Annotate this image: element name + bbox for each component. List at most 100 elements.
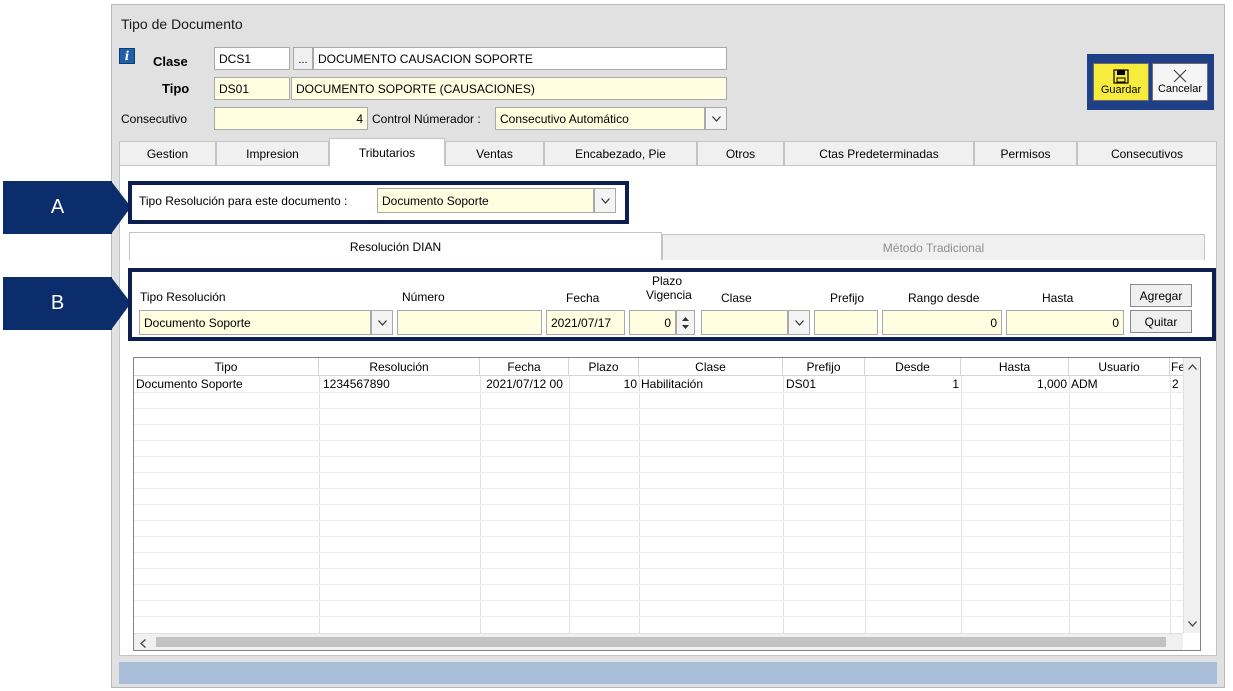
form-tipo-select[interactable]: Documento Soporte xyxy=(139,310,371,335)
subtab-resolucion-dian[interactable]: Resolución DIAN xyxy=(129,232,662,260)
callout-b-label: B xyxy=(50,292,65,314)
cell-plazo: 10 xyxy=(623,377,637,391)
resolution-type-select[interactable]: Documento Soporte xyxy=(377,188,594,213)
form-vigencia-label: Vigencia xyxy=(646,288,692,302)
grid-header-prefijo[interactable]: Prefijo xyxy=(783,358,865,376)
grid-row-divider xyxy=(134,504,1184,505)
form-hasta-field[interactable]: 0 xyxy=(1006,310,1124,335)
form-clase-label: Clase xyxy=(721,291,752,305)
grid-row-divider xyxy=(134,440,1184,441)
scroll-left-icon[interactable] xyxy=(140,639,146,648)
scroll-up-icon[interactable] xyxy=(1188,364,1197,370)
cell-fe: 2 xyxy=(1172,377,1179,391)
form-clase-dropdown-button[interactable] xyxy=(788,310,810,335)
tab-ventas[interactable]: Ventas xyxy=(445,141,544,165)
cell-hasta: 1,000 xyxy=(1036,377,1067,391)
info-icon[interactable]: i xyxy=(119,48,135,64)
tab-tributarios[interactable]: Tributarios xyxy=(329,138,445,166)
grid-header-fe[interactable]: Fe xyxy=(1170,358,1184,376)
save-button[interactable]: Guardar xyxy=(1093,63,1149,101)
remove-resolution-button[interactable]: Quitar xyxy=(1130,310,1192,333)
spinner-down-icon xyxy=(682,324,689,329)
callout-marker-a: A xyxy=(3,181,112,234)
clase-lookup-button[interactable]: ... xyxy=(293,47,313,70)
form-plazo-label: Plazo xyxy=(652,274,683,288)
grid-row-divider xyxy=(134,552,1184,553)
form-tipo-dropdown-button[interactable] xyxy=(371,310,393,335)
grid-header-resolucion[interactable]: Resolución xyxy=(319,358,480,376)
resolutions-grid: Tipo Resolución Fecha Plazo Clase Prefij… xyxy=(133,357,1201,651)
grid-row-divider xyxy=(134,584,1184,585)
subtab-metodo-tradicional[interactable]: Método Tradicional xyxy=(662,234,1205,260)
cell-tipo: Documento Soporte xyxy=(136,377,243,391)
grid-row-divider xyxy=(134,408,1184,409)
resolution-type-dropdown-button[interactable] xyxy=(594,188,616,213)
control-numerador-dropdown-button[interactable] xyxy=(705,107,727,130)
spinner-up-icon xyxy=(682,316,689,321)
tab-gestion[interactable]: Gestion xyxy=(119,141,216,165)
chevron-down-icon xyxy=(600,197,610,204)
clase-label: Clase xyxy=(153,54,188,69)
grid-row-divider xyxy=(134,392,1184,393)
cell-usuario: ADM xyxy=(1071,377,1098,391)
scroll-down-icon[interactable] xyxy=(1188,621,1197,627)
tab-consecutivos[interactable]: Consecutivos xyxy=(1077,141,1217,165)
grid-row-divider xyxy=(134,616,1184,617)
grid-row-divider xyxy=(134,472,1184,473)
clase-description-field[interactable]: DOCUMENTO CAUSACION SOPORTE xyxy=(313,47,727,70)
form-fecha-label: Fecha xyxy=(566,291,600,305)
grid-row-divider xyxy=(134,424,1184,425)
grid-header-plazo[interactable]: Plazo xyxy=(569,358,639,376)
add-resolution-button[interactable]: Agregar xyxy=(1130,284,1192,307)
form-clase-select[interactable] xyxy=(701,310,788,335)
control-numerador-select[interactable]: Consecutivo Automático xyxy=(495,107,705,130)
tab-encabezado-pie[interactable]: Encabezado, Pie xyxy=(544,141,697,165)
cancel-button[interactable]: Cancelar xyxy=(1152,63,1208,101)
clase-code-field[interactable]: DCS1 xyxy=(214,47,290,70)
grid-header-desde[interactable]: Desde xyxy=(865,358,961,376)
plazo-spinner[interactable] xyxy=(676,310,695,335)
chevron-down-icon xyxy=(377,319,387,326)
main-tabs: Gestion Impresion Tributarios Ventas Enc… xyxy=(119,138,1217,166)
grid-header-clase[interactable]: Clase xyxy=(639,358,783,376)
form-rango-desde-label: Rango desde xyxy=(908,291,980,305)
horizontal-scrollbar[interactable] xyxy=(134,633,1183,650)
grid-row-divider xyxy=(134,488,1184,489)
tab-permisos[interactable]: Permisos xyxy=(974,141,1077,165)
cell-fecha: 2021/07/12 00 xyxy=(486,377,563,391)
resolution-type-label: Tipo Resolución para este documento : xyxy=(139,194,348,208)
chevron-down-icon xyxy=(794,319,804,326)
grid-row-divider xyxy=(134,456,1184,457)
grid-row-divider xyxy=(134,600,1184,601)
grid-header-usuario[interactable]: Usuario xyxy=(1069,358,1170,376)
tab-impresion[interactable]: Impresion xyxy=(216,141,329,165)
tipo-code-field[interactable]: DS01 xyxy=(214,77,290,100)
form-prefijo-field[interactable] xyxy=(814,310,878,335)
grid-row-divider xyxy=(134,536,1184,537)
form-prefijo-label: Prefijo xyxy=(830,291,865,305)
cancel-button-label: Cancelar xyxy=(1157,83,1203,95)
tab-ctas-predeterminadas[interactable]: Ctas Predeterminadas xyxy=(784,141,974,165)
grid-header-hasta[interactable]: Hasta xyxy=(961,358,1069,376)
callout-marker-b: B xyxy=(3,277,112,330)
form-hasta-label: Hasta xyxy=(1042,291,1074,305)
horizontal-scroll-thumb[interactable] xyxy=(156,637,1166,647)
grid-header: Tipo Resolución Fecha Plazo Clase Prefij… xyxy=(134,358,1200,376)
tipo-label: Tipo xyxy=(162,81,190,96)
form-plazo-field[interactable]: 0 xyxy=(629,310,676,335)
chevron-down-icon xyxy=(711,115,721,122)
tab-otros[interactable]: Otros xyxy=(697,141,784,165)
status-bar xyxy=(119,662,1217,684)
control-numerador-label: Control Númerador : xyxy=(372,112,481,126)
form-fecha-field[interactable]: 2021/07/17 xyxy=(546,310,625,335)
grid-header-fecha[interactable]: Fecha xyxy=(480,358,569,376)
tipo-description-field[interactable]: DOCUMENTO SOPORTE (CAUSACIONES) xyxy=(291,77,727,100)
consecutivo-label: Consecutivo xyxy=(121,112,188,126)
form-rango-desde-field[interactable]: 0 xyxy=(882,310,1002,335)
form-numero-field[interactable] xyxy=(397,310,542,335)
grid-row-divider xyxy=(134,568,1184,569)
vertical-scrollbar[interactable] xyxy=(1183,358,1200,633)
grid-header-tipo[interactable]: Tipo xyxy=(134,358,319,376)
cell-resolucion: 1234567890 xyxy=(323,377,390,391)
consecutivo-field[interactable]: 4 xyxy=(214,107,368,130)
